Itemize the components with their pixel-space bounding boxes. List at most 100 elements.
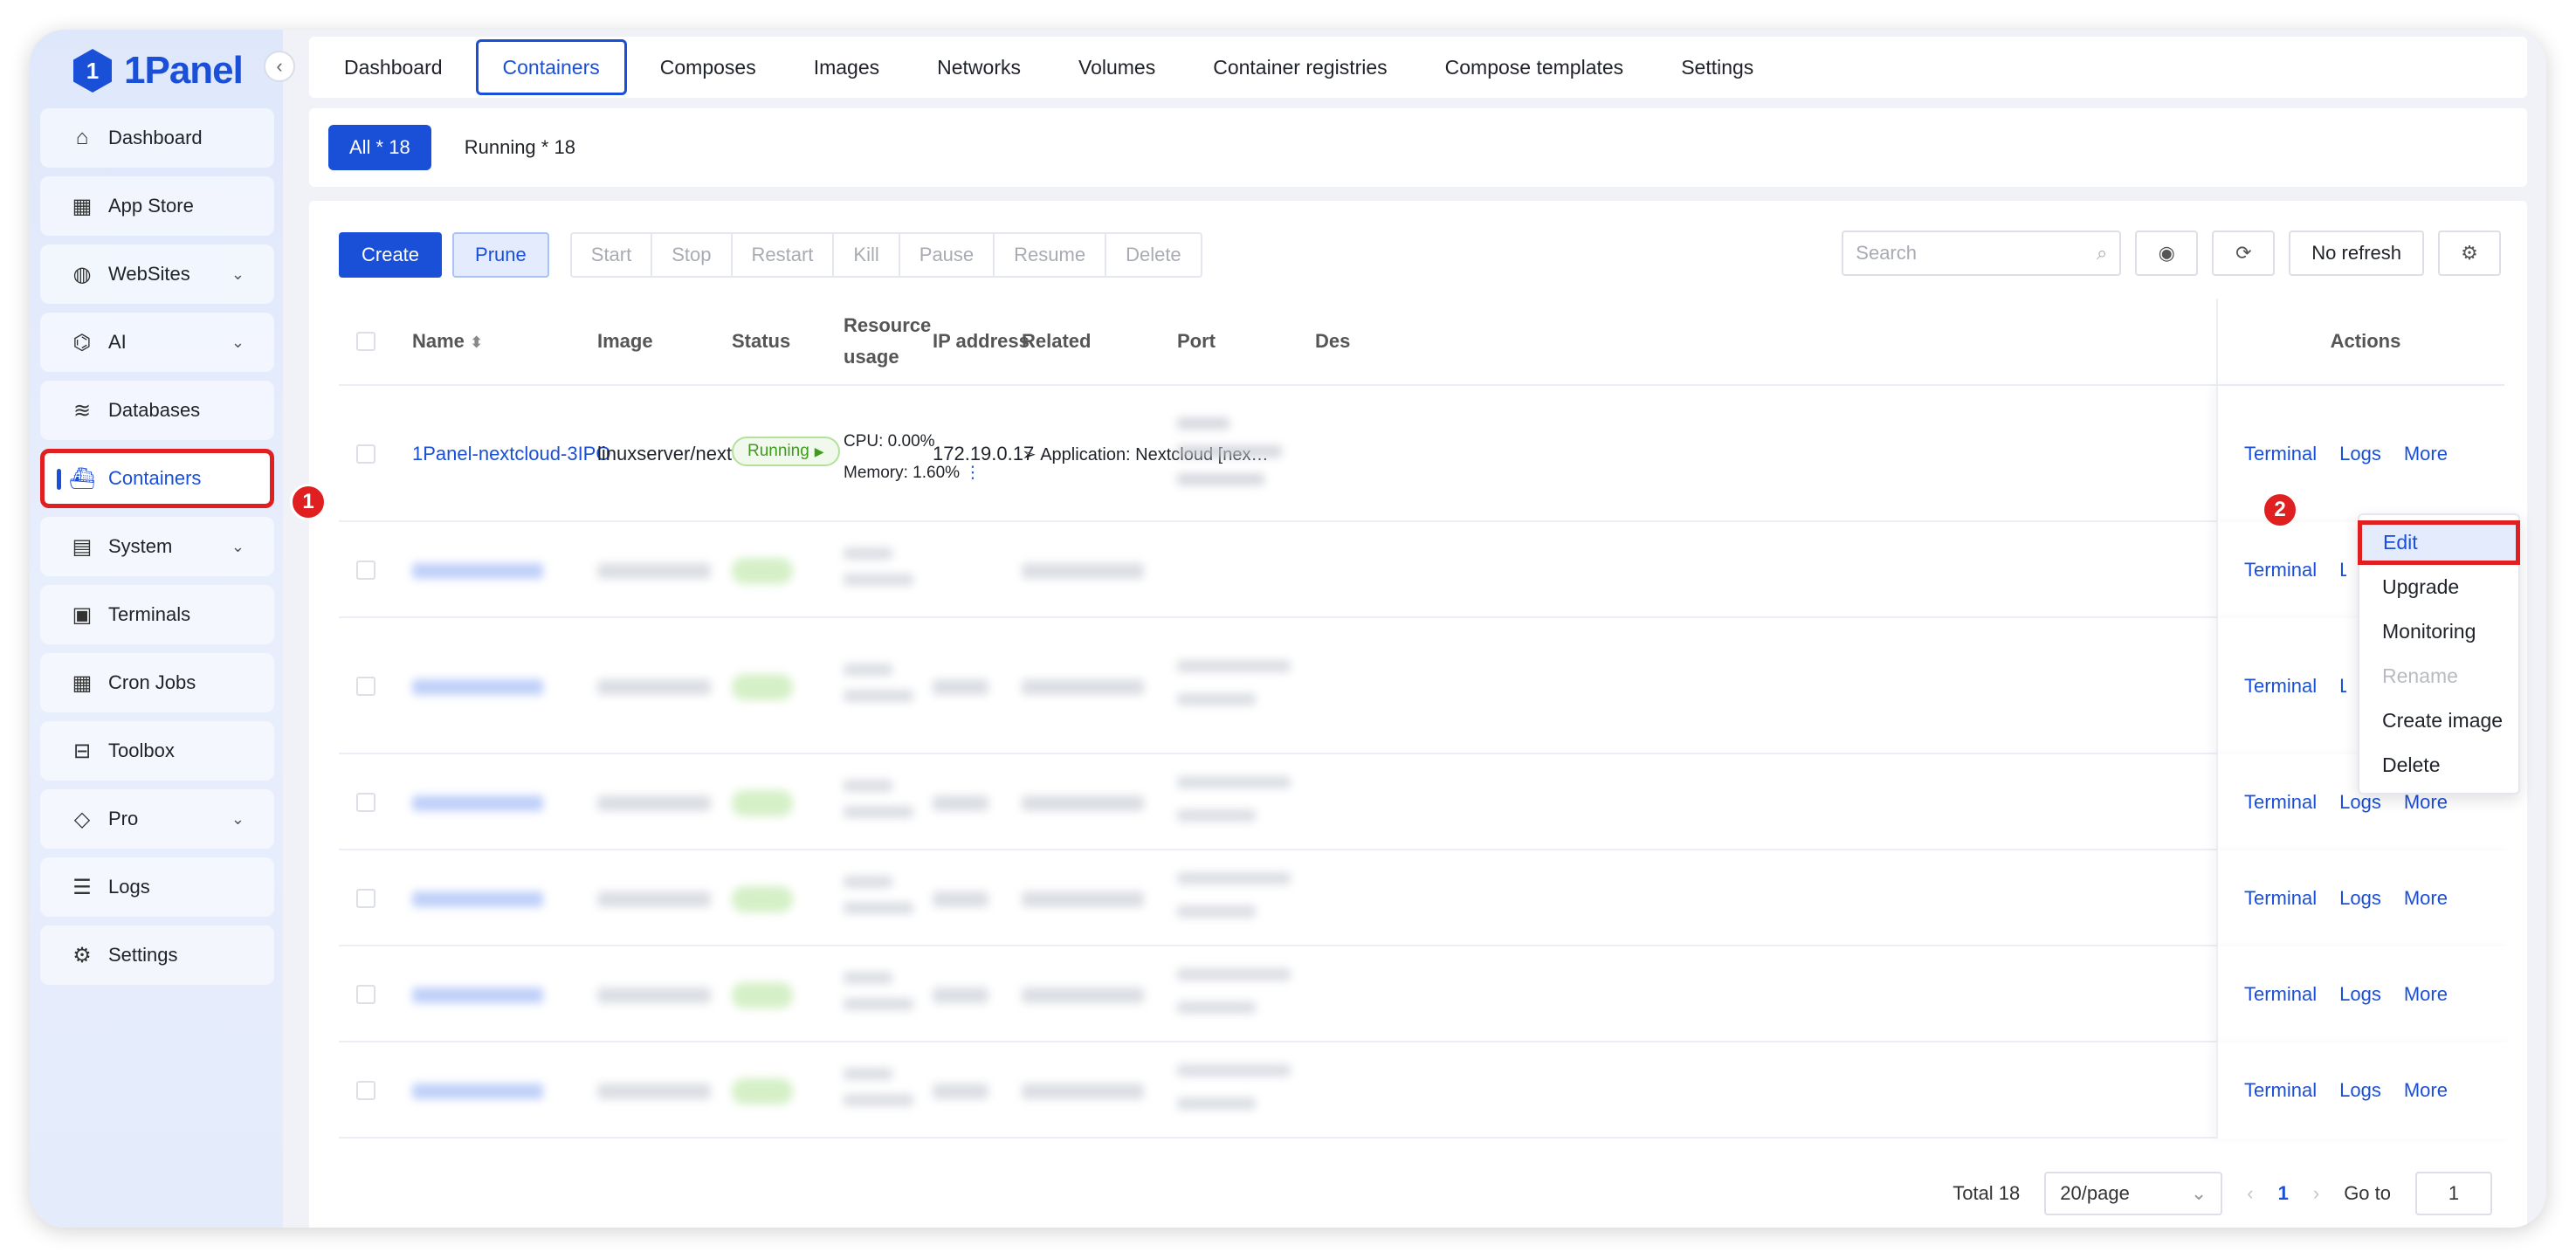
status-badge[interactable]: [732, 790, 793, 816]
tab-composes[interactable]: Composes: [636, 39, 781, 95]
terminal-link[interactable]: Terminal: [2244, 443, 2317, 465]
next-page-icon[interactable]: ›: [2313, 1182, 2319, 1205]
container-name-link[interactable]: 1Panel-nextcloud-3IPO: [412, 443, 610, 465]
sidebar-item-settings[interactable]: ⚙ Settings: [40, 925, 274, 985]
terminal-link[interactable]: Terminal: [2244, 887, 2317, 910]
sidebar-item-containers[interactable]: ⛴ Containers: [40, 449, 274, 508]
status-badge[interactable]: [732, 886, 793, 912]
more-link[interactable]: More: [2404, 443, 2448, 465]
container-name-link[interactable]: [412, 795, 543, 811]
server-icon: ▤: [72, 534, 93, 559]
tab-images[interactable]: Images: [789, 39, 904, 95]
menu-item-monitoring[interactable]: Monitoring: [2359, 609, 2518, 654]
sidebar-item-websites[interactable]: ◍ WebSites ⌄: [40, 244, 274, 304]
status-badge[interactable]: [732, 674, 793, 700]
logs-link-truncated[interactable]: Logs: [2339, 675, 2346, 694]
tab-container-registries[interactable]: Container registries: [1188, 39, 1411, 95]
sidebar-item-toolbox[interactable]: ⊟ Toolbox: [40, 721, 274, 781]
logs-link[interactable]: Logs: [2339, 887, 2381, 910]
related-app[interactable]: [1022, 1084, 1144, 1099]
container-name-link[interactable]: [412, 1084, 543, 1099]
logs-link[interactable]: Logs: [2339, 983, 2381, 1006]
tab-settings[interactable]: Settings: [1656, 39, 1778, 95]
tab-containers[interactable]: Containers: [475, 39, 627, 95]
status-badge[interactable]: [732, 982, 793, 1008]
filter-running[interactable]: Running * 18: [465, 136, 575, 159]
related-app[interactable]: [1022, 679, 1144, 695]
collapse-sidebar-button[interactable]: ‹: [264, 51, 295, 82]
row-checkbox[interactable]: [356, 793, 375, 812]
more-link[interactable]: More: [2404, 1079, 2448, 1102]
row-checkbox[interactable]: [356, 889, 375, 908]
tab-compose-templates[interactable]: Compose templates: [1421, 39, 1649, 95]
sidebar-item-dashboard[interactable]: ⌂ Dashboard: [40, 108, 274, 168]
sidebar-item-logs[interactable]: ☰ Logs: [40, 857, 274, 917]
pause-button[interactable]: Pause: [900, 234, 995, 276]
table-settings-button[interactable]: ⚙: [2438, 230, 2501, 276]
terminal-link[interactable]: Terminal: [2244, 791, 2317, 814]
menu-item-delete[interactable]: Delete: [2359, 743, 2518, 788]
status-badge[interactable]: Running ▶: [732, 437, 840, 466]
terminal-link[interactable]: Terminal: [2244, 559, 2317, 581]
header-name[interactable]: Name ⬍: [412, 330, 483, 353]
create-button[interactable]: Create: [339, 232, 443, 278]
status-badge[interactable]: [732, 558, 793, 584]
related-app[interactable]: [1022, 563, 1144, 579]
row-checkbox[interactable]: [356, 677, 375, 696]
container-name-link[interactable]: [412, 679, 543, 695]
row-checkbox[interactable]: [356, 444, 375, 464]
more-link[interactable]: More: [2404, 983, 2448, 1006]
goto-page-input[interactable]: 1: [2415, 1172, 2492, 1215]
search-input[interactable]: Search ⌕: [1842, 230, 2122, 276]
tab-dashboard[interactable]: Dashboard: [320, 39, 467, 95]
logs-link[interactable]: Logs: [2339, 1079, 2381, 1102]
logs-link[interactable]: Logs: [2339, 443, 2381, 465]
container-name-link[interactable]: [412, 891, 543, 907]
sidebar-item-system[interactable]: ▤ System ⌄: [40, 517, 274, 576]
more-link[interactable]: More: [2404, 887, 2448, 910]
menu-item-edit[interactable]: Edit: [2358, 520, 2520, 565]
status-badge[interactable]: [732, 1078, 793, 1104]
terminal-link[interactable]: Terminal: [2244, 675, 2317, 698]
page-number-current[interactable]: 1: [2278, 1182, 2289, 1205]
more-vertical-icon[interactable]: ⋮: [964, 464, 981, 482]
sidebar-item-ai[interactable]: ⌬ AI ⌄: [40, 313, 274, 372]
restart-button[interactable]: Restart: [733, 234, 835, 276]
start-button[interactable]: Start: [572, 234, 653, 276]
total-count: Total 18: [1953, 1182, 2021, 1204]
sidebar-item-databases[interactable]: ≋ Databases: [40, 381, 274, 440]
container-name-link[interactable]: [412, 987, 543, 1003]
kill-button[interactable]: Kill: [834, 234, 900, 276]
sidebar-item-app-store[interactable]: ▦ App Store: [40, 176, 274, 236]
sidebar-item-pro[interactable]: ◇ Pro ⌄: [40, 789, 274, 849]
auto-refresh-select[interactable]: No refresh: [2289, 230, 2424, 276]
delete-button[interactable]: Delete: [1106, 234, 1201, 276]
visibility-toggle-button[interactable]: ◉: [2135, 230, 2199, 276]
terminal-link[interactable]: Terminal: [2244, 983, 2317, 1006]
page-size-select[interactable]: 20/page ⌄: [2044, 1172, 2223, 1215]
logo[interactable]: 1 1Panel: [73, 40, 244, 101]
select-all-checkbox[interactable]: [356, 332, 375, 351]
related-app[interactable]: [1022, 795, 1144, 811]
related-app[interactable]: [1022, 891, 1144, 907]
filter-all[interactable]: All * 18: [328, 125, 431, 170]
row-checkbox[interactable]: [356, 1081, 375, 1100]
tab-networks[interactable]: Networks: [913, 39, 1045, 95]
related-app[interactable]: [1022, 987, 1144, 1003]
sidebar-item-cron-jobs[interactable]: ▦ Cron Jobs: [40, 653, 274, 712]
sidebar-item-terminals[interactable]: ▣ Terminals: [40, 585, 274, 644]
row-checkbox[interactable]: [356, 985, 375, 1004]
container-name-link[interactable]: [412, 563, 543, 579]
resume-button[interactable]: Resume: [995, 234, 1107, 276]
menu-item-upgrade[interactable]: Upgrade: [2359, 565, 2518, 609]
prune-button[interactable]: Prune: [452, 232, 549, 278]
terminal-link[interactable]: Terminal: [2244, 1079, 2317, 1102]
refresh-button[interactable]: ⟳: [2212, 230, 2276, 276]
logs-link-truncated[interactable]: Logs: [2339, 559, 2346, 578]
menu-item-create-image[interactable]: Create image: [2359, 698, 2518, 743]
tab-volumes[interactable]: Volumes: [1054, 39, 1180, 95]
row-checkbox[interactable]: [356, 561, 375, 580]
prev-page-icon[interactable]: ‹: [2247, 1182, 2253, 1205]
top-tabs: Dashboard Containers Composes Images Network…: [309, 37, 2527, 98]
stop-button[interactable]: Stop: [652, 234, 733, 276]
